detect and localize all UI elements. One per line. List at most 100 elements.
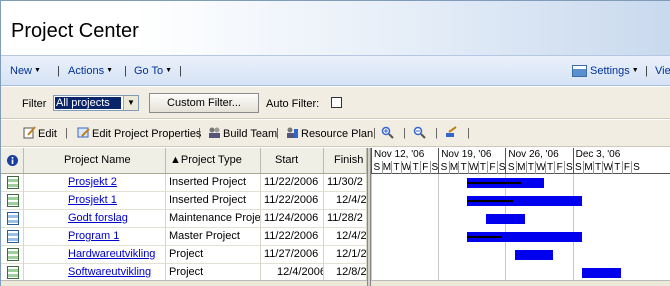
gantt-bar[interactable] — [515, 250, 554, 260]
day-label: F — [420, 161, 430, 174]
day-label: T — [525, 161, 536, 174]
project-type-column-header[interactable]: ▲Project Type — [166, 148, 261, 174]
gantt-progress — [467, 236, 502, 238]
indicator-cell — [1, 246, 24, 264]
dropdown-arrow-icon[interactable]: ▼ — [123, 96, 138, 110]
new-menu[interactable]: New ▼ — [10, 65, 41, 77]
edit-button[interactable]: Edit — [38, 128, 57, 140]
project-name-cell: Prosjekt 1 — [24, 192, 166, 210]
project-link[interactable]: Program 1 — [68, 230, 119, 242]
info-icon — [6, 155, 18, 166]
day-label: W — [467, 161, 479, 174]
day-label: S — [507, 162, 515, 173]
timescale-week: Nov 12, '06 S M T W T F S — [371, 148, 438, 174]
resource-plan-icon[interactable] — [286, 126, 299, 139]
day-label: T — [391, 161, 401, 174]
build-team-icon[interactable] — [208, 126, 221, 139]
week-gridline — [505, 174, 507, 286]
start-cell: 11/22/2006 — [261, 192, 324, 210]
chevron-down-icon: ▼ — [106, 67, 114, 74]
gantt-progress — [467, 182, 521, 184]
finish-cell: 12/4/2 — [324, 228, 367, 246]
finish-column-header[interactable]: Finish — [324, 148, 367, 174]
filter-label: Filter — [22, 98, 47, 110]
day-label: F — [554, 161, 564, 174]
project-type-cell: Master Project — [166, 228, 261, 246]
project-link[interactable]: Prosjekt 2 — [68, 176, 117, 188]
gantt-bar[interactable] — [582, 268, 621, 278]
gantt-timescale: Nov 12, '06 S M T W T F S Nov 19, '06 S M T W T F S Nov … — [371, 148, 670, 174]
day-label: F — [621, 161, 632, 174]
gantt-progress — [467, 200, 514, 202]
toolbar-separator: | — [198, 127, 201, 139]
new-menu-label: New — [10, 65, 33, 77]
indicator-cell — [1, 174, 24, 192]
menu-separator: | — [179, 65, 182, 77]
goto-menu-label: Go To — [134, 65, 164, 77]
gantt-horizontal-scrollbar[interactable] — [371, 280, 670, 286]
day-label: S — [440, 162, 448, 173]
day-label: T — [410, 161, 420, 174]
edit-icon[interactable] — [23, 126, 36, 139]
actions-menu[interactable]: Actions ▼ — [68, 65, 113, 77]
week-label: Dec 3, '06 — [575, 149, 621, 160]
zoom-in-icon[interactable] — [381, 126, 394, 139]
view-menu[interactable]: Vie — [655, 65, 670, 77]
project-type-cell: Project — [166, 246, 261, 264]
gantt-bar[interactable] — [486, 214, 525, 224]
day-label: T — [477, 161, 488, 174]
project-name-cell: Hardwareutvikling — [24, 246, 166, 264]
week-gridline — [438, 174, 440, 286]
settings-icon[interactable] — [572, 65, 587, 77]
grid-horizontal-scrollbar[interactable] — [1, 280, 367, 286]
day-label: M — [381, 161, 392, 174]
actions-menu-label: Actions — [68, 65, 105, 77]
resource-plan-button[interactable]: Resource Plan — [301, 128, 373, 140]
toolbar-separator: | — [276, 127, 279, 139]
toolbar: Edit | Edit Project Properties | Build T… — [1, 120, 670, 147]
filter-select[interactable]: All projects ▼ — [53, 95, 139, 111]
finish-cell: 12/4/2 — [324, 192, 367, 210]
indicator-cell — [1, 210, 24, 228]
project-icon — [7, 194, 19, 207]
day-label: S — [575, 162, 582, 173]
edit-properties-icon[interactable] — [77, 126, 90, 139]
project-link[interactable]: Prosjekt 1 — [68, 194, 117, 206]
custom-filter-button[interactable]: Custom Filter... — [149, 93, 259, 113]
project-name-cell: Godt forslag — [24, 210, 166, 228]
filter-selected-value: All projects — [55, 97, 121, 109]
day-label: W — [535, 161, 546, 174]
start-cell: 11/22/2006 — [261, 228, 324, 246]
start-column-header[interactable]: Start — [261, 148, 324, 174]
project-name-column-header[interactable]: Project Name — [24, 148, 166, 174]
day-label: T — [611, 161, 622, 174]
project-name-cell: Program 1 — [24, 228, 166, 246]
day-label: T — [544, 161, 555, 174]
indicator-column-header[interactable] — [1, 148, 24, 174]
toolbar-separator: | — [467, 127, 470, 139]
go-to-task-icon[interactable] — [445, 126, 458, 139]
day-label: W — [400, 161, 412, 174]
edit-project-properties-button[interactable]: Edit Project Properties — [92, 128, 201, 140]
zoom-out-icon[interactable] — [413, 126, 426, 139]
week-label: Nov 26, '06 — [508, 149, 559, 160]
chevron-down-icon: ▼ — [165, 67, 173, 74]
build-team-button[interactable]: Build Team — [223, 128, 277, 140]
day-label: W — [602, 161, 613, 174]
start-cell: 11/22/2006 — [261, 174, 324, 192]
menu-separator: | — [57, 65, 60, 77]
toolbar-separator: | — [403, 127, 406, 139]
auto-filter-checkbox[interactable] — [331, 97, 342, 108]
project-type-cell: Maintenance Project — [166, 210, 261, 228]
goto-menu[interactable]: Go To ▼ — [134, 65, 172, 77]
settings-menu-label: Settings — [590, 65, 630, 77]
project-link[interactable]: Godt forslag — [68, 212, 128, 224]
project-link[interactable]: Softwareutvikling — [68, 266, 151, 278]
day-label: M — [515, 161, 526, 174]
project-icon — [7, 266, 19, 279]
week-gridline — [572, 174, 574, 286]
gantt-chart — [371, 174, 670, 286]
project-link[interactable]: Hardwareutvikling — [68, 248, 155, 260]
settings-menu[interactable]: Settings ▼ — [590, 65, 639, 77]
day-label: T — [458, 161, 468, 174]
